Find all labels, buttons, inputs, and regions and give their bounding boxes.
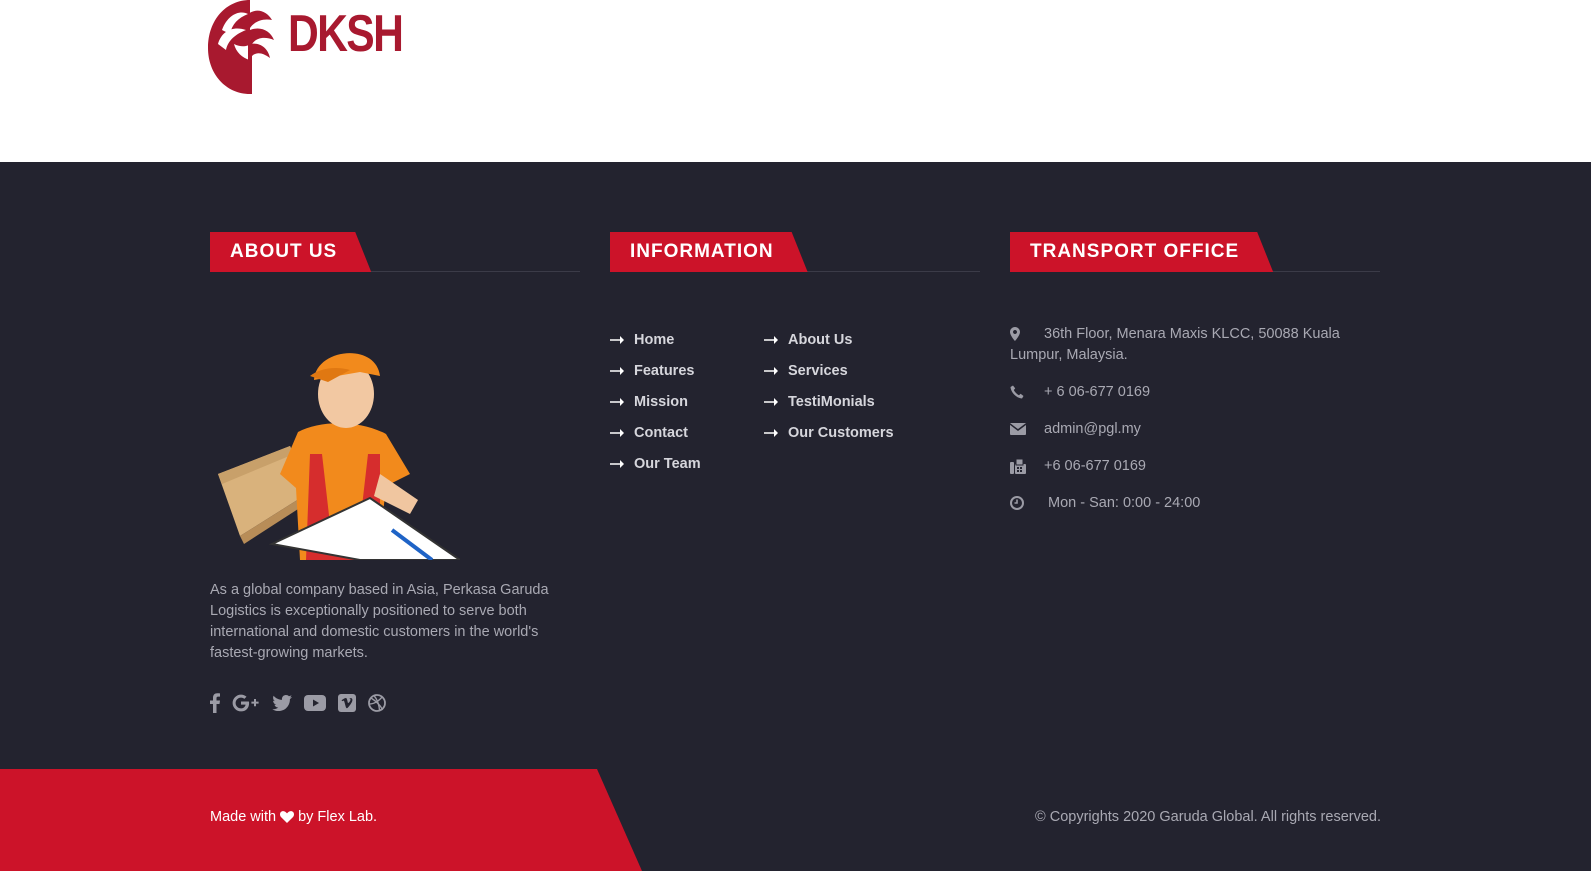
link-label: Services	[788, 362, 848, 379]
footer-link-our-customers[interactable]: Our Customers	[764, 417, 894, 448]
link-label: Our Customers	[788, 424, 894, 441]
hours-text: Mon - San: 0:00 - 24:00	[1048, 495, 1201, 511]
vimeo-icon[interactable]	[338, 692, 356, 714]
dksh-logo[interactable]: DKSH	[208, 0, 404, 94]
footer-link-about-us[interactable]: About Us	[764, 324, 894, 355]
arrow-right-icon	[610, 459, 624, 468]
footer-link-features[interactable]: Features	[610, 355, 701, 386]
info-links-left: Home Features Mission Contact Our Team	[610, 324, 701, 479]
link-label: Home	[634, 331, 675, 348]
arrow-right-icon	[610, 428, 624, 437]
google-plus-icon[interactable]	[232, 692, 260, 714]
transport-office-column: TRANSPORT OFFICE 36th Floor, Menara Maxi…	[1010, 232, 1380, 511]
office-heading-bar: TRANSPORT OFFICE	[1010, 232, 1380, 272]
made-with-credit: Made with by Flex Lab.	[210, 809, 377, 825]
fax-icon	[1010, 456, 1044, 477]
arrow-right-icon	[610, 397, 624, 406]
copyright-text: © Copyrights 2020 Garuda Global. All rig…	[1035, 809, 1381, 825]
link-label: About Us	[788, 331, 853, 348]
arrow-right-icon	[764, 428, 778, 437]
footer-bottom-bar: Made with by Flex Lab. © Copyrights 2020…	[0, 769, 1591, 871]
about-heading-bar: ABOUT US	[210, 232, 580, 272]
arrow-right-icon	[610, 335, 624, 344]
footer-link-testimonials[interactable]: TestiMonials	[764, 386, 894, 417]
information-heading: INFORMATION	[610, 232, 808, 272]
footer-link-home[interactable]: Home	[610, 324, 701, 355]
made-suffix-link[interactable]: by Flex Lab.	[298, 809, 377, 825]
office-fax: +6 06-677 0169	[1010, 456, 1380, 477]
twitter-icon[interactable]	[272, 692, 292, 714]
phone-icon	[1010, 382, 1044, 403]
office-email[interactable]: admin@pgl.my	[1010, 419, 1380, 440]
arrow-right-icon	[764, 366, 778, 375]
information-column: INFORMATION Home Features Mission Contac…	[610, 232, 980, 472]
office-contact-list: 36th Floor, Menara Maxis KLCC, 50088 Kua…	[1010, 324, 1380, 530]
arrow-right-icon	[610, 366, 624, 375]
logo-wordmark: DKSH	[288, 5, 404, 63]
phone-text: + 6 06-677 0169	[1044, 384, 1151, 400]
made-prefix: Made with	[210, 809, 277, 825]
link-label: Features	[634, 362, 695, 379]
palm-emblem-icon	[208, 0, 274, 94]
address-text: 36th Floor, Menara Maxis KLCC, 50088 Kua…	[1010, 326, 1340, 363]
top-logo-strip: DKSH	[0, 0, 1591, 162]
arrow-right-icon	[764, 335, 778, 344]
link-label: TestiMonials	[788, 393, 875, 410]
link-label: Mission	[634, 393, 688, 410]
footer-link-mission[interactable]: Mission	[610, 386, 701, 417]
youtube-icon[interactable]	[304, 692, 326, 714]
envelope-icon	[1010, 419, 1044, 440]
office-phone[interactable]: + 6 06-677 0169	[1010, 382, 1380, 403]
heart-icon	[280, 811, 295, 823]
social-links	[210, 692, 386, 714]
arrow-right-icon	[764, 397, 778, 406]
info-links-right: About Us Services TestiMonials Our Custo…	[764, 324, 894, 448]
footer-link-services[interactable]: Services	[764, 355, 894, 386]
dribbble-icon[interactable]	[368, 692, 386, 714]
office-address: 36th Floor, Menara Maxis KLCC, 50088 Kua…	[1010, 324, 1380, 366]
about-heading: ABOUT US	[210, 232, 371, 272]
link-label: Our Team	[634, 455, 701, 472]
fax-text: +6 06-677 0169	[1044, 458, 1146, 474]
office-hours: Mon - San: 0:00 - 24:00	[1010, 493, 1380, 514]
facebook-icon[interactable]	[210, 692, 220, 714]
footer-link-our-team[interactable]: Our Team	[610, 448, 701, 479]
delivery-man-image	[218, 353, 460, 560]
map-marker-icon	[1010, 324, 1044, 345]
clock-icon	[1010, 493, 1048, 514]
information-heading-bar: INFORMATION	[610, 232, 980, 272]
footer-link-contact[interactable]: Contact	[610, 417, 701, 448]
link-label: Contact	[634, 424, 688, 441]
email-text: admin@pgl.my	[1044, 421, 1141, 437]
office-heading: TRANSPORT OFFICE	[1010, 232, 1273, 272]
about-description: As a global company based in Asia, Perka…	[210, 582, 549, 661]
about-column: ABOUT US As a global company based in As…	[210, 232, 580, 713]
